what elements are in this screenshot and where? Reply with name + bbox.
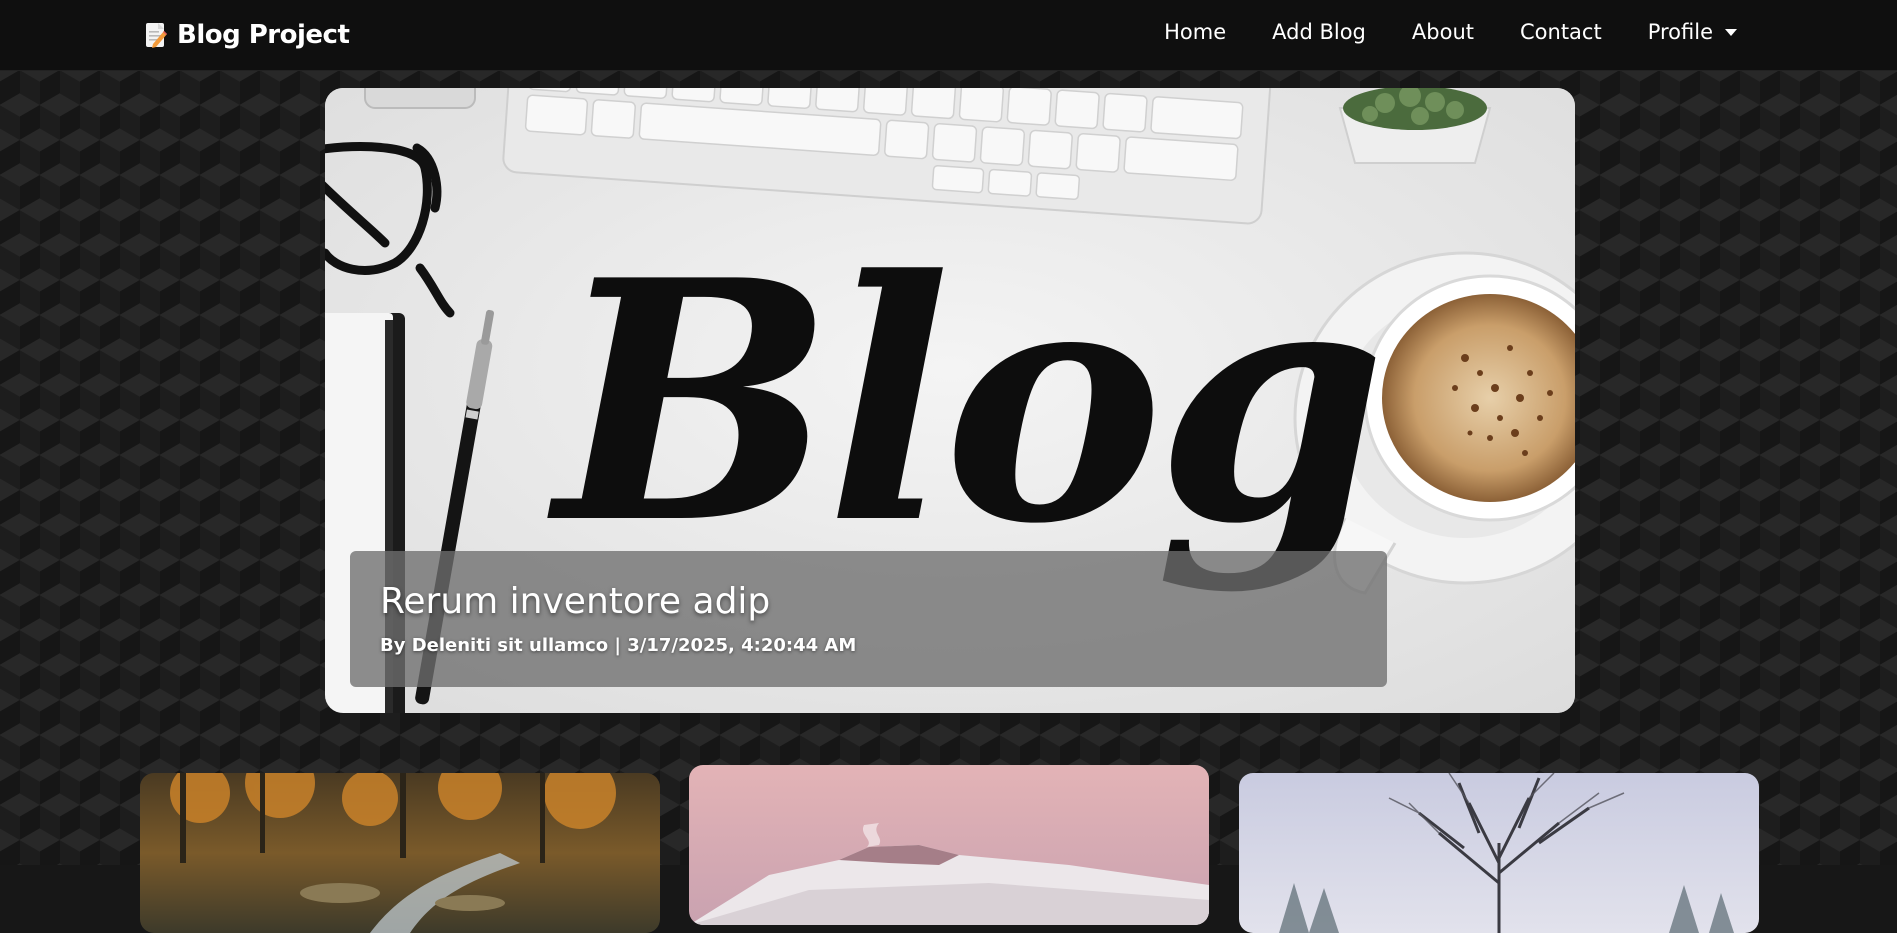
- brand-link[interactable]: Blog Project: [145, 18, 350, 52]
- blog-card[interactable]: [689, 765, 1209, 925]
- featured-blog-carousel[interactable]: Blog Rerum inventore adip By Deleniti si…: [325, 88, 1575, 713]
- memo-icon: [146, 23, 167, 48]
- navbar: Blog Project Home Add Blog About Contact…: [0, 0, 1897, 71]
- nav-contact-link[interactable]: Contact: [1520, 20, 1602, 44]
- brand-text: Blog Project: [177, 20, 350, 50]
- blog-title[interactable]: Rerum inventore adip: [380, 581, 770, 622]
- carousel-caption: Rerum inventore adip By Deleniti sit ull…: [350, 551, 1387, 687]
- nav-profile-dropdown[interactable]: Profile: [1648, 20, 1737, 44]
- blog-card[interactable]: [1239, 773, 1759, 933]
- blog-meta: By Deleniti sit ullamco | 3/17/2025, 4:2…: [380, 635, 857, 656]
- blog-script-lettering: Blog: [545, 208, 1378, 596]
- nav-profile-label: Profile: [1647, 20, 1713, 44]
- nav-add-blog-link[interactable]: Add Blog: [1272, 20, 1366, 44]
- nav-about-link[interactable]: About: [1412, 20, 1474, 44]
- caret-down-icon: [1725, 28, 1737, 36]
- snowy-volcano-image: [689, 765, 1209, 925]
- blog-card[interactable]: [140, 773, 660, 933]
- forest-stream-image: [140, 773, 660, 933]
- cactus-graphic: [1338, 88, 1492, 164]
- nav-links: Home Add Blog About Contact Profile: [1164, 20, 1737, 44]
- frosted-tree-image: [1239, 773, 1759, 933]
- nav-home-link[interactable]: Home: [1164, 20, 1226, 44]
